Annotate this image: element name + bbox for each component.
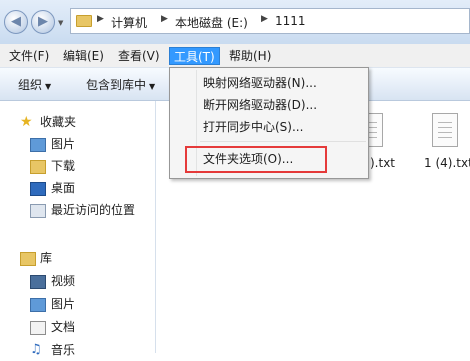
breadcrumb-computer[interactable]: 计算机	[111, 14, 147, 31]
nav-item-label: 图片	[51, 297, 76, 311]
nav-item-label: 图片	[51, 137, 76, 151]
file-item[interactable]	[432, 113, 458, 147]
nav-item-desktop[interactable]: 桌面	[0, 177, 156, 199]
menu-help[interactable]: 帮助(H)	[225, 47, 275, 65]
red-highlight-box	[185, 146, 327, 173]
recent-places-icon	[30, 204, 46, 218]
menu-item-disconnect-network-drive[interactable]: 断开网络驱动器(D)...	[172, 94, 366, 116]
chevron-down-icon: ▼	[149, 82, 156, 91]
back-arrow-icon: ◀	[11, 14, 21, 29]
pictures-icon	[30, 298, 46, 312]
nav-item-lib-pictures[interactable]: 图片	[0, 293, 156, 315]
nav-item-label: 文档	[51, 320, 76, 334]
nav-item-downloads[interactable]: 下载	[0, 155, 156, 177]
include-in-library-button[interactable]: 包含到库中 ▼	[86, 76, 155, 93]
menu-bar: 文件(F) 编辑(E) 查看(V) 工具(T) 帮助(H)	[0, 44, 470, 68]
file-label[interactable]: 1 (4).txt	[424, 156, 470, 170]
back-button[interactable]: ◀	[4, 10, 28, 34]
breadcrumb-drive-e[interactable]: 本地磁盘 (E:)	[175, 14, 248, 31]
nav-item-music[interactable]: ♫ 音乐	[0, 339, 156, 361]
menu-file[interactable]: 文件(F)	[5, 47, 53, 65]
downloads-folder-icon	[30, 160, 46, 174]
nav-favorites-label: 收藏夹	[40, 115, 77, 129]
menu-view[interactable]: 查看(V)	[114, 47, 164, 65]
navigation-pane: ★ 收藏夹 图片 下载 桌面 最近访问的位置 库 视频 图片 文档 ♫ 音乐	[0, 101, 156, 357]
star-icon: ★	[20, 114, 33, 130]
breadcrumb-separator-icon: ▶	[97, 14, 104, 24]
nav-item-pictures[interactable]: 图片	[0, 133, 156, 155]
folder-icon	[76, 15, 92, 27]
menu-tools[interactable]: 工具(T)	[169, 47, 220, 65]
breadcrumb-separator-icon: ▶	[161, 14, 168, 24]
menu-item-map-network-drive[interactable]: 映射网络驱动器(N)...	[172, 72, 366, 94]
desktop-icon	[30, 182, 46, 196]
chevron-down-icon: ▼	[45, 82, 52, 91]
nav-item-label: 最近访问的位置	[51, 203, 136, 217]
nav-item-label: 音乐	[51, 343, 76, 357]
nav-libraries-label: 库	[40, 251, 53, 265]
menu-edit[interactable]: 编辑(E)	[59, 47, 108, 65]
videos-icon	[30, 275, 46, 289]
menu-separator	[200, 141, 366, 142]
recent-pages-dropdown-icon[interactable]: ▼	[58, 19, 63, 27]
nav-item-label: 视频	[51, 274, 76, 288]
nav-item-videos[interactable]: 视频	[0, 270, 156, 292]
file-label[interactable]: ).txt	[370, 156, 395, 170]
include-label: 包含到库中	[86, 78, 147, 92]
libraries-icon	[20, 252, 36, 266]
forward-arrow-icon: ▶	[38, 14, 48, 29]
documents-icon	[30, 321, 46, 335]
text-file-icon	[432, 113, 458, 147]
nav-item-label: 下载	[51, 159, 76, 173]
menu-item-open-sync-center[interactable]: 打开同步中心(S)...	[172, 116, 366, 138]
nav-favorites[interactable]: ★ 收藏夹	[0, 111, 156, 133]
breadcrumb-folder-1111[interactable]: 1111	[275, 14, 306, 28]
nav-item-label: 桌面	[51, 181, 76, 195]
organize-label: 组织	[18, 78, 43, 92]
nav-item-documents[interactable]: 文档	[0, 316, 156, 338]
music-icon: ♫	[30, 342, 42, 357]
organize-button[interactable]: 组织 ▼	[18, 76, 51, 93]
nav-item-recent-places[interactable]: 最近访问的位置	[0, 199, 156, 221]
pictures-icon	[30, 138, 46, 152]
address-box[interactable]: ▶ 计算机 ▶ 本地磁盘 (E:) ▶ 1111	[70, 8, 470, 34]
forward-button[interactable]: ▶	[31, 10, 55, 34]
nav-libraries[interactable]: 库	[0, 247, 156, 269]
address-bar-row: ◀ ▶ ▼ ▶ 计算机 ▶ 本地磁盘 (E:) ▶ 1111	[0, 0, 470, 44]
breadcrumb-separator-icon: ▶	[261, 14, 268, 24]
